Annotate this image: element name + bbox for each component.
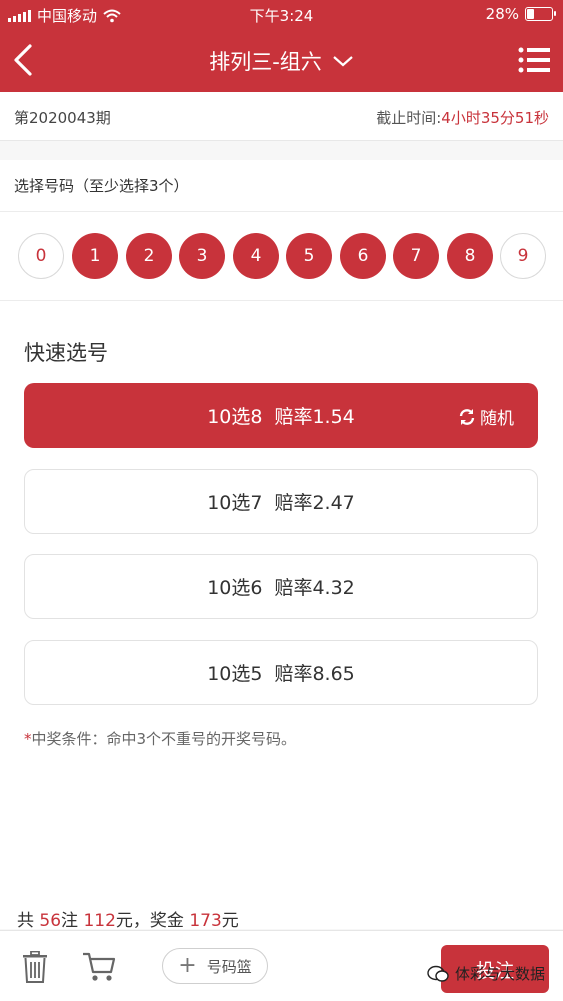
prize-amount: 173 xyxy=(189,911,222,931)
option-odds: 赔率2.47 xyxy=(274,492,355,514)
number-ball-1[interactable]: 1 xyxy=(72,233,118,279)
random-label: 随机 xyxy=(480,409,514,429)
summary-prefix: 共 xyxy=(17,911,34,931)
watermark-text: 体彩与大数据 xyxy=(454,965,545,983)
number-basket-button[interactable]: + 号码篮 xyxy=(162,948,268,984)
status-time: 下午3:24 xyxy=(249,7,314,25)
wechat-icon xyxy=(427,965,449,982)
quick-option-0[interactable]: 10选8 赔率1.54 随机 xyxy=(24,383,538,448)
option-odds: 赔率4.32 xyxy=(274,577,355,599)
number-ball-2[interactable]: 2 xyxy=(126,233,172,279)
number-ball-7[interactable]: 7 xyxy=(393,233,439,279)
bet-amount: 112 xyxy=(83,911,116,931)
number-ball-0[interactable]: 0 xyxy=(18,233,64,279)
pick-header: 选择号码（至少选择3个） xyxy=(0,160,563,212)
note-star: * xyxy=(24,730,32,748)
quick-pick-title: 快速选号 xyxy=(24,341,108,365)
nav-bar: 排列三-组六 xyxy=(0,30,563,92)
bet-count-unit: 注 xyxy=(61,911,79,931)
quick-option-1[interactable]: 10选7 赔率2.47 xyxy=(24,469,538,534)
amount-unit: 元，奖金 xyxy=(115,911,184,931)
option-label: 10选7 xyxy=(207,492,263,514)
issue-number: 第2020043期 xyxy=(14,109,111,127)
option-odds: 赔率1.54 xyxy=(274,406,355,428)
number-ball-3[interactable]: 3 xyxy=(179,233,225,279)
refresh-icon xyxy=(459,408,475,425)
quick-option-3[interactable]: 10选5 赔率8.65 xyxy=(24,640,538,705)
option-label: 10选5 xyxy=(207,663,263,685)
battery-percent: 28% xyxy=(485,5,519,23)
basket-label: 号码篮 xyxy=(206,957,252,976)
quick-pick-section: 快速选号 10选8 赔率1.54 随机 10选7 赔率2.47 10选6 赔率4.32… xyxy=(0,301,563,929)
deadline-countdown: 4小时35分51秒 xyxy=(441,109,549,127)
note-text: 中奖条件：命中3个不重号的开奖号码。 xyxy=(31,730,297,748)
quick-option-2[interactable]: 10选6 赔率4.32 xyxy=(24,554,538,619)
number-ball-4[interactable]: 4 xyxy=(233,233,279,279)
random-button[interactable]: 随机 xyxy=(458,404,514,429)
watermark: 体彩与大数据 xyxy=(427,963,545,984)
bottom-bar: + 号码篮 投注 体彩与大数据 xyxy=(0,930,563,1001)
battery-fill xyxy=(527,9,535,19)
bet-count: 56 xyxy=(39,911,62,931)
chevron-down-icon xyxy=(333,56,353,67)
option-label: 10选8 xyxy=(207,406,263,428)
number-balls: 0 1 2 3 4 5 6 7 8 9 xyxy=(0,212,563,301)
status-bar: 中国移动 下午3:24 28% xyxy=(0,0,563,30)
bet-summary: 共 56注 112元，奖金 173元 xyxy=(17,906,239,931)
menu-icon[interactable] xyxy=(518,46,550,74)
number-ball-6[interactable]: 6 xyxy=(340,233,386,279)
trash-icon[interactable] xyxy=(22,951,48,983)
pick-title: 选择号码（至少选择3个） xyxy=(14,177,189,195)
number-ball-5[interactable]: 5 xyxy=(286,233,332,279)
page-title: 排列三-组六 xyxy=(209,50,322,74)
deadline-label: 截止时间: xyxy=(376,109,442,127)
win-condition-note: *中奖条件：命中3个不重号的开奖号码。 xyxy=(24,728,296,749)
game-type-dropdown[interactable]: 排列三-组六 xyxy=(209,46,354,76)
deadline: 截止时间:4小时35分51秒 xyxy=(376,107,549,128)
number-ball-8[interactable]: 8 xyxy=(447,233,493,279)
plus-icon: + xyxy=(178,953,197,978)
option-label: 10选6 xyxy=(207,577,263,599)
number-ball-9[interactable]: 9 xyxy=(500,233,546,279)
period-bar: 第2020043期 截止时间:4小时35分51秒 xyxy=(0,92,563,141)
prize-unit: 元 xyxy=(221,911,239,931)
cart-icon[interactable] xyxy=(82,951,116,983)
battery-icon xyxy=(525,7,556,21)
option-odds: 赔率8.65 xyxy=(274,663,355,685)
